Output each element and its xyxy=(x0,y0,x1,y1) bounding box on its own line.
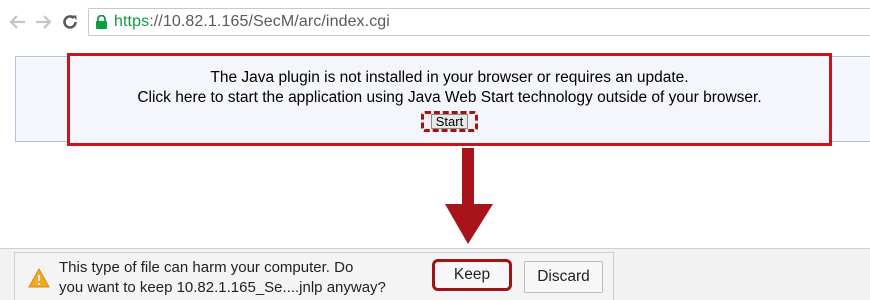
url-scheme: https xyxy=(114,13,150,30)
notice-line-1: The Java plugin is not installed in your… xyxy=(210,69,689,86)
warning-line-2: you want to keep 10.82.1.165_Se....jnlp … xyxy=(59,279,386,296)
lock-icon xyxy=(95,14,108,30)
java-notice-box: The Java plugin is not installed in your… xyxy=(67,53,832,146)
forward-arrow-icon xyxy=(36,15,51,29)
start-button-label: Start xyxy=(430,114,469,129)
reload-button[interactable] xyxy=(60,12,80,32)
download-warning-text: This type of file can harm your computer… xyxy=(59,258,399,298)
url-text: https://10.82.1.165/SecM/arc/index.cgi xyxy=(114,13,390,31)
keep-button[interactable]: Keep xyxy=(432,259,512,291)
url-path: 10.82.1.165/SecM/arc/index.cgi xyxy=(162,13,390,30)
reload-icon xyxy=(63,15,77,29)
notice-line-2[interactable]: Click here to start the application usin… xyxy=(70,89,829,107)
back-button[interactable] xyxy=(8,12,28,32)
download-bar: This type of file can harm your computer… xyxy=(0,248,870,300)
url-scheme-separator: :// xyxy=(149,13,163,30)
download-warning-panel: This type of file can harm your computer… xyxy=(14,252,614,300)
forward-button[interactable] xyxy=(33,12,53,32)
browser-toolbar: https://10.82.1.165/SecM/arc/index.cgi xyxy=(0,0,870,43)
down-arrow-icon xyxy=(445,148,493,244)
address-bar[interactable]: https://10.82.1.165/SecM/arc/index.cgi xyxy=(88,8,870,36)
back-arrow-icon xyxy=(10,15,25,29)
start-button[interactable]: Start xyxy=(421,111,478,132)
discard-button[interactable]: Discard xyxy=(524,261,603,293)
warning-line-1: This type of file can harm your computer… xyxy=(59,259,354,276)
warning-triangle-icon xyxy=(28,268,50,288)
